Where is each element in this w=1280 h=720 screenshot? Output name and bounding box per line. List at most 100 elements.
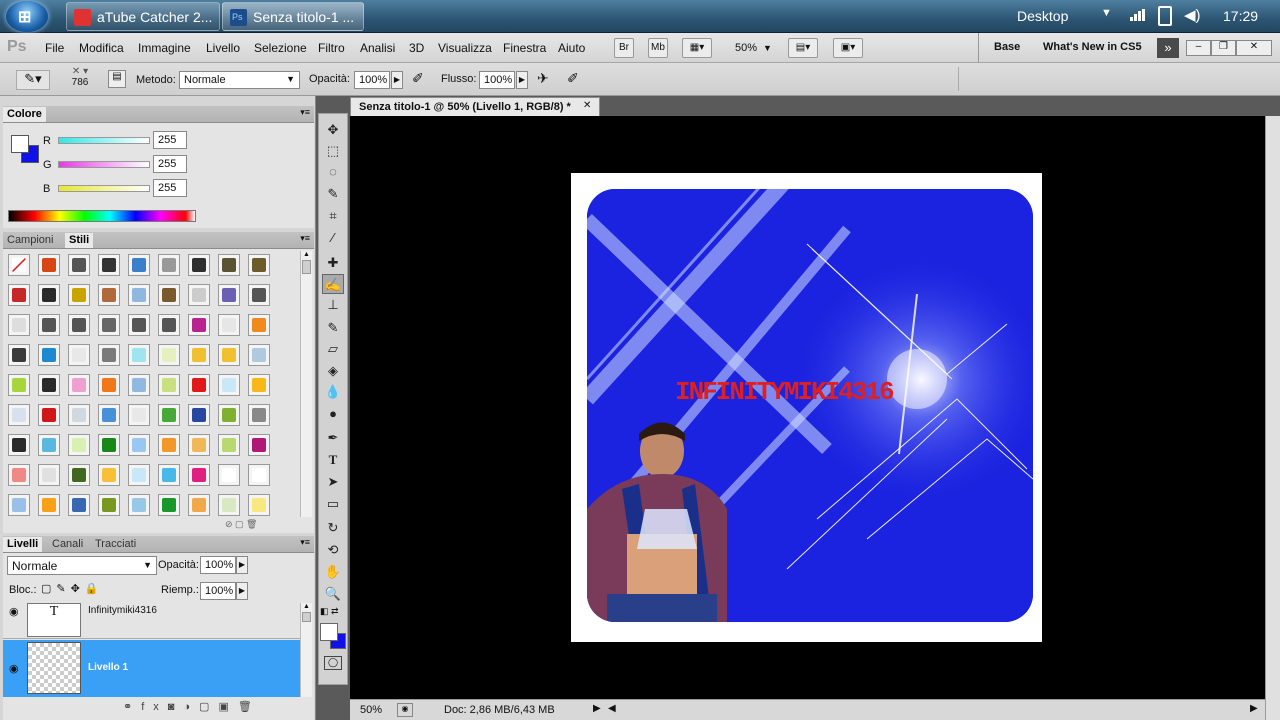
menu-selezione[interactable]: Selezione xyxy=(254,41,307,55)
style-swatch[interactable] xyxy=(98,284,120,306)
signal-icon[interactable] xyxy=(1130,9,1146,21)
style-swatch[interactable] xyxy=(68,464,90,486)
style-swatch[interactable] xyxy=(8,464,30,486)
style-swatch[interactable] xyxy=(158,254,180,276)
style-swatch[interactable] xyxy=(248,404,270,426)
status-menu-arrow-icon[interactable]: ▶ xyxy=(593,703,601,714)
style-swatch[interactable] xyxy=(98,314,120,336)
style-swatch[interactable] xyxy=(128,434,150,456)
layer-row-livello-1[interactable]: ◉ Livello 1 xyxy=(3,640,300,697)
close-button[interactable]: ✕ xyxy=(1236,40,1272,56)
style-swatch[interactable] xyxy=(8,404,30,426)
battery-icon[interactable] xyxy=(1158,6,1172,26)
style-swatch[interactable] xyxy=(188,464,210,486)
tab-colore[interactable]: Colore xyxy=(3,107,46,122)
panel-menu-icon[interactable]: ▾≡ xyxy=(300,107,310,118)
zoom-level-select[interactable]: 50% xyxy=(735,42,757,54)
panel-menu-icon[interactable]: ▾≡ xyxy=(300,233,310,244)
menu-livello[interactable]: Livello xyxy=(206,41,240,55)
layer-opacita-slider[interactable]: ▶ xyxy=(236,556,248,574)
lock-icons[interactable]: ▢✎✥🔒 xyxy=(41,582,104,595)
blend-mode-select[interactable]: Normale ▼ xyxy=(7,556,157,575)
style-swatch[interactable] xyxy=(248,464,270,486)
restore-button[interactable]: ❐ xyxy=(1211,40,1236,56)
style-swatch[interactable] xyxy=(218,404,240,426)
style-swatch[interactable] xyxy=(98,254,120,276)
status-info-icon[interactable]: ◉ xyxy=(397,703,413,717)
flusso-slider-toggle[interactable]: ▶ xyxy=(516,71,528,89)
eyedropper-tool-icon[interactable]: ⁄ xyxy=(322,228,344,248)
style-swatch[interactable] xyxy=(188,374,210,396)
style-swatch[interactable] xyxy=(248,284,270,306)
channel-g-input[interactable]: 255 xyxy=(153,155,187,173)
airbrush-icon[interactable]: ✈ xyxy=(537,70,549,87)
healing-brush-tool-icon[interactable]: ✚ xyxy=(322,253,344,273)
style-swatch[interactable] xyxy=(8,284,30,306)
more-workspaces-icon[interactable]: » xyxy=(1157,38,1179,58)
style-swatch[interactable] xyxy=(128,254,150,276)
3d-rotate-tool-icon[interactable]: ↻ xyxy=(322,518,344,538)
tab-canali[interactable]: Canali xyxy=(48,537,87,552)
close-icon[interactable]: ✕ xyxy=(583,100,591,111)
style-swatch[interactable] xyxy=(98,434,120,456)
style-swatch[interactable] xyxy=(38,284,60,306)
status-zoom[interactable]: 50% xyxy=(360,704,382,716)
visibility-eye-icon[interactable]: ◉ xyxy=(9,662,19,675)
style-swatch[interactable] xyxy=(8,314,30,336)
menu-filtro[interactable]: Filtro xyxy=(318,41,345,55)
style-swatch[interactable] xyxy=(8,344,30,366)
menu-immagine[interactable]: Immagine xyxy=(138,41,191,55)
zoom-tool-icon[interactable]: 🔍 xyxy=(322,584,344,604)
volume-icon[interactable]: ◀) xyxy=(1184,6,1201,24)
channel-b-slider[interactable] xyxy=(58,185,150,192)
mini-bridge-button[interactable]: Mb xyxy=(648,38,668,58)
move-tool-icon[interactable]: ✥ xyxy=(322,120,344,140)
style-none-swatch[interactable] xyxy=(8,254,30,276)
layers-scrollbar[interactable]: ▲ xyxy=(300,603,312,697)
brush-panel-icon[interactable]: ▤ xyxy=(108,70,126,88)
menu-modifica[interactable]: Modifica xyxy=(79,41,124,55)
style-swatch[interactable] xyxy=(38,344,60,366)
style-swatch[interactable] xyxy=(8,374,30,396)
style-swatch[interactable] xyxy=(188,284,210,306)
scroll-left-icon[interactable]: ◀ xyxy=(608,703,616,714)
shape-tool-icon[interactable]: ▭ xyxy=(322,494,344,514)
desktop-toolbar-label[interactable]: Desktop xyxy=(1017,8,1068,24)
quick-mask-icon[interactable]: ◯ xyxy=(324,656,342,670)
style-swatch[interactable] xyxy=(98,344,120,366)
channel-r-input[interactable]: 255 xyxy=(153,131,187,149)
quick-selection-tool-icon[interactable]: ✎ xyxy=(322,184,344,204)
style-swatch[interactable] xyxy=(38,314,60,336)
style-swatch[interactable] xyxy=(248,374,270,396)
style-swatch[interactable] xyxy=(188,404,210,426)
type-tool-icon[interactable]: T xyxy=(322,450,344,470)
style-swatch[interactable] xyxy=(188,314,210,336)
eraser-tool-icon[interactable]: ▱ xyxy=(322,339,344,359)
tab-livelli[interactable]: Livelli xyxy=(3,537,43,552)
style-swatch[interactable] xyxy=(218,344,240,366)
style-swatch[interactable] xyxy=(248,494,270,516)
style-swatch[interactable] xyxy=(218,374,240,396)
view-extras-button[interactable]: ▦▾ xyxy=(682,38,712,58)
brush-tool-preset-icon[interactable]: ✎▾ xyxy=(16,70,50,90)
style-swatch[interactable] xyxy=(68,344,90,366)
document-tab[interactable]: Senza titolo-1 @ 50% (Livello 1, RGB/8) … xyxy=(350,97,600,116)
style-swatch[interactable] xyxy=(218,464,240,486)
menu-3d[interactable]: 3D xyxy=(409,41,424,55)
style-swatch[interactable] xyxy=(158,464,180,486)
style-swatch[interactable] xyxy=(38,434,60,456)
style-swatch[interactable] xyxy=(128,464,150,486)
style-swatch[interactable] xyxy=(38,374,60,396)
visibility-eye-icon[interactable]: ◉ xyxy=(9,605,19,618)
style-swatch[interactable] xyxy=(158,404,180,426)
style-swatch[interactable] xyxy=(68,284,90,306)
style-swatch[interactable] xyxy=(68,494,90,516)
pressure-size-icon[interactable]: ✐ xyxy=(567,70,579,87)
style-swatch[interactable] xyxy=(158,344,180,366)
style-swatch[interactable] xyxy=(158,434,180,456)
menu-visualizza[interactable]: Visualizza xyxy=(438,41,492,55)
layer-row-text[interactable]: ◉ T Infinitymiki4316 xyxy=(3,603,300,639)
style-swatch[interactable] xyxy=(188,434,210,456)
path-selection-tool-icon[interactable]: ➤ xyxy=(322,472,344,492)
hand-tool-icon[interactable]: ✋ xyxy=(322,562,344,582)
